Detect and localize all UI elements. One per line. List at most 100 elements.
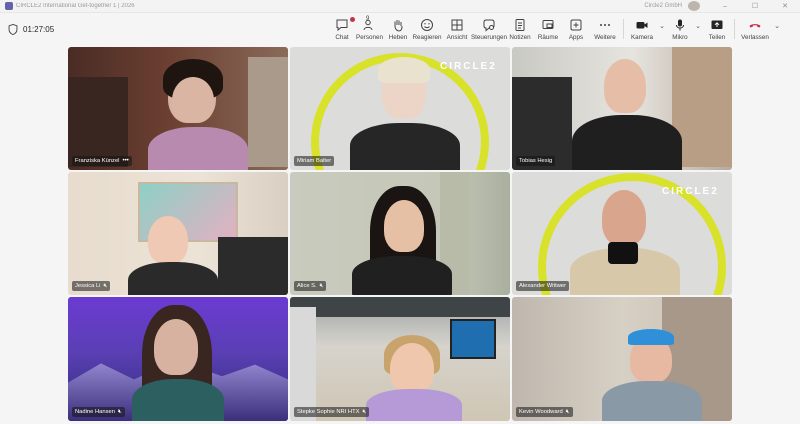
participant-name: Alice S.	[297, 283, 317, 289]
more-button[interactable]: Weitere	[590, 14, 620, 44]
muted-mic-icon: 🔇︎	[117, 408, 122, 415]
leave-label: Verlassen	[741, 34, 769, 41]
video-grid: Franziska Künzel ••• CIRCLE2 Miriam Balt…	[68, 47, 732, 421]
hand-icon	[394, 20, 403, 32]
controls-label: Steuerungen	[470, 34, 508, 41]
participant-face	[390, 343, 434, 393]
participant-face	[604, 59, 646, 113]
org-name: Circle2 GmbH	[644, 3, 682, 9]
chevron-down-icon: ⌄	[695, 23, 701, 30]
leave-button[interactable]: Verlassen	[738, 14, 772, 44]
window-title: CIRCLE2 International Get-together 1 | 2…	[16, 3, 135, 9]
shield-icon	[8, 23, 18, 35]
participant-name: Nadine Hansen	[75, 409, 115, 415]
camera-button[interactable]: Kamera	[627, 14, 657, 44]
participant-name: Tobias Hesig	[519, 158, 553, 164]
microphone-icon	[676, 19, 684, 31]
participant-tile[interactable]: Stepke Sophie NRI HTX 🔇︎	[290, 297, 510, 421]
mic-label: Mikro	[672, 34, 688, 41]
participant-name-tag: Stepke Sophie NRI HTX 🔇︎	[294, 407, 370, 417]
people-count: 9	[366, 16, 370, 22]
people-label: Personen	[356, 34, 383, 41]
participant-name: Stepke Sophie NRI HTX	[297, 409, 360, 415]
participant-body	[148, 127, 248, 170]
share-screen-icon	[711, 20, 723, 29]
share-label: Teilen	[708, 34, 726, 41]
notes-button[interactable]: Notizen	[506, 14, 534, 44]
participant-tile[interactable]: CIRCLE2 Alexander Wittwer	[512, 172, 732, 295]
controls-button[interactable]: Steuerungen	[470, 14, 508, 44]
participant-name: Alexander Wittwer	[519, 283, 567, 289]
more-options-icon[interactable]: •••	[122, 158, 128, 164]
share-button[interactable]: Teilen	[703, 14, 731, 44]
participant-name: Miriam Balter	[297, 158, 332, 164]
chat-label: Chat	[335, 34, 349, 41]
raise-hand-button[interactable]: Heben	[384, 14, 412, 44]
controls-icon	[483, 19, 495, 32]
participant-tile[interactable]: Alice S. 🔇︎	[290, 172, 510, 295]
breakout-rooms-button[interactable]: Räume	[534, 14, 562, 44]
participant-tile[interactable]: Kevin Woodward 🔇︎	[512, 297, 732, 421]
meeting-timer: 01:27:05	[23, 24, 55, 34]
react-button[interactable]: Reagieren	[412, 14, 442, 44]
close-button[interactable]: ✕	[770, 2, 800, 10]
react-label: Reagieren	[412, 34, 442, 41]
participant-body	[602, 381, 702, 421]
participant-tile[interactable]: CIRCLE2 Miriam Balter	[290, 47, 510, 170]
meeting-toolbar: 01:27:05 Chat 9 Personen Heben Reagieren…	[0, 14, 800, 44]
title-bar: CIRCLE2 International Get-together 1 | 2…	[0, 0, 800, 13]
participant-tile[interactable]: Jessica Li 🔇︎	[68, 172, 288, 295]
chevron-down-icon: ⌄	[659, 23, 665, 30]
participant-name-tag: Kevin Woodward 🔇︎	[516, 407, 573, 417]
grid-icon	[451, 19, 463, 31]
company-logo: CIRCLE2	[440, 61, 497, 72]
participant-name-tag: Alexander Wittwer	[516, 281, 570, 291]
participant-body	[366, 389, 462, 421]
people-button[interactable]: 9 Personen	[355, 14, 384, 44]
chat-button[interactable]: Chat	[329, 14, 355, 44]
maximize-button[interactable]: ☐	[740, 2, 770, 10]
participant-body	[572, 115, 682, 170]
muted-mic-icon: 🔇︎	[103, 282, 108, 289]
muted-mic-icon: 🔇︎	[362, 408, 367, 415]
rooms-icon	[542, 20, 554, 29]
rooms-label: Räume	[537, 34, 559, 41]
camera-icon	[636, 22, 648, 29]
participant-face	[602, 190, 646, 246]
toolbar-divider	[623, 19, 624, 39]
participant-tile[interactable]: Nadine Hansen 🔇︎	[68, 297, 288, 421]
participant-face	[148, 216, 188, 264]
avatar[interactable]	[688, 1, 700, 11]
toolbar-actions: Chat 9 Personen Heben Reagieren Ansicht …	[329, 14, 782, 44]
muted-mic-icon: 🔇︎	[319, 282, 324, 289]
participant-name-tag: Franziska Künzel •••	[72, 156, 132, 166]
participant-name-tag: Nadine Hansen 🔇︎	[72, 407, 125, 417]
mic-options-button[interactable]: ⌄	[693, 14, 703, 44]
apps-label: Apps	[568, 34, 584, 41]
company-logo: CIRCLE2	[662, 186, 719, 197]
raise-hand-label: Heben	[388, 34, 408, 41]
participant-body	[128, 262, 218, 295]
minimize-button[interactable]: –	[710, 3, 740, 10]
apps-icon	[570, 19, 582, 31]
hang-up-icon	[749, 24, 761, 28]
participant-body	[352, 256, 452, 295]
participant-name-tag: Tobias Hesig	[516, 156, 556, 166]
people-icon	[363, 19, 372, 31]
view-button[interactable]: Ansicht	[442, 14, 472, 44]
participant-tile[interactable]: Tobias Hesig	[512, 47, 732, 170]
mic-button[interactable]: Mikro	[667, 14, 693, 44]
participant-name: Franziska Künzel	[75, 158, 120, 164]
participant-name: Jessica Li	[75, 283, 101, 289]
camera-options-button[interactable]: ⌄	[657, 14, 667, 44]
participant-name-tag: Alice S. 🔇︎	[294, 281, 327, 291]
participant-name: Kevin Woodward	[519, 409, 563, 415]
leave-options-button[interactable]: ⌄	[772, 14, 782, 44]
participant-body	[350, 123, 460, 170]
chevron-down-icon: ⌄	[774, 23, 780, 30]
participant-tile[interactable]: Franziska Künzel •••	[68, 47, 288, 170]
smiley-icon	[421, 19, 433, 31]
view-label: Ansicht	[446, 34, 468, 41]
teams-app-icon	[5, 2, 13, 10]
apps-button[interactable]: Apps	[562, 14, 590, 44]
